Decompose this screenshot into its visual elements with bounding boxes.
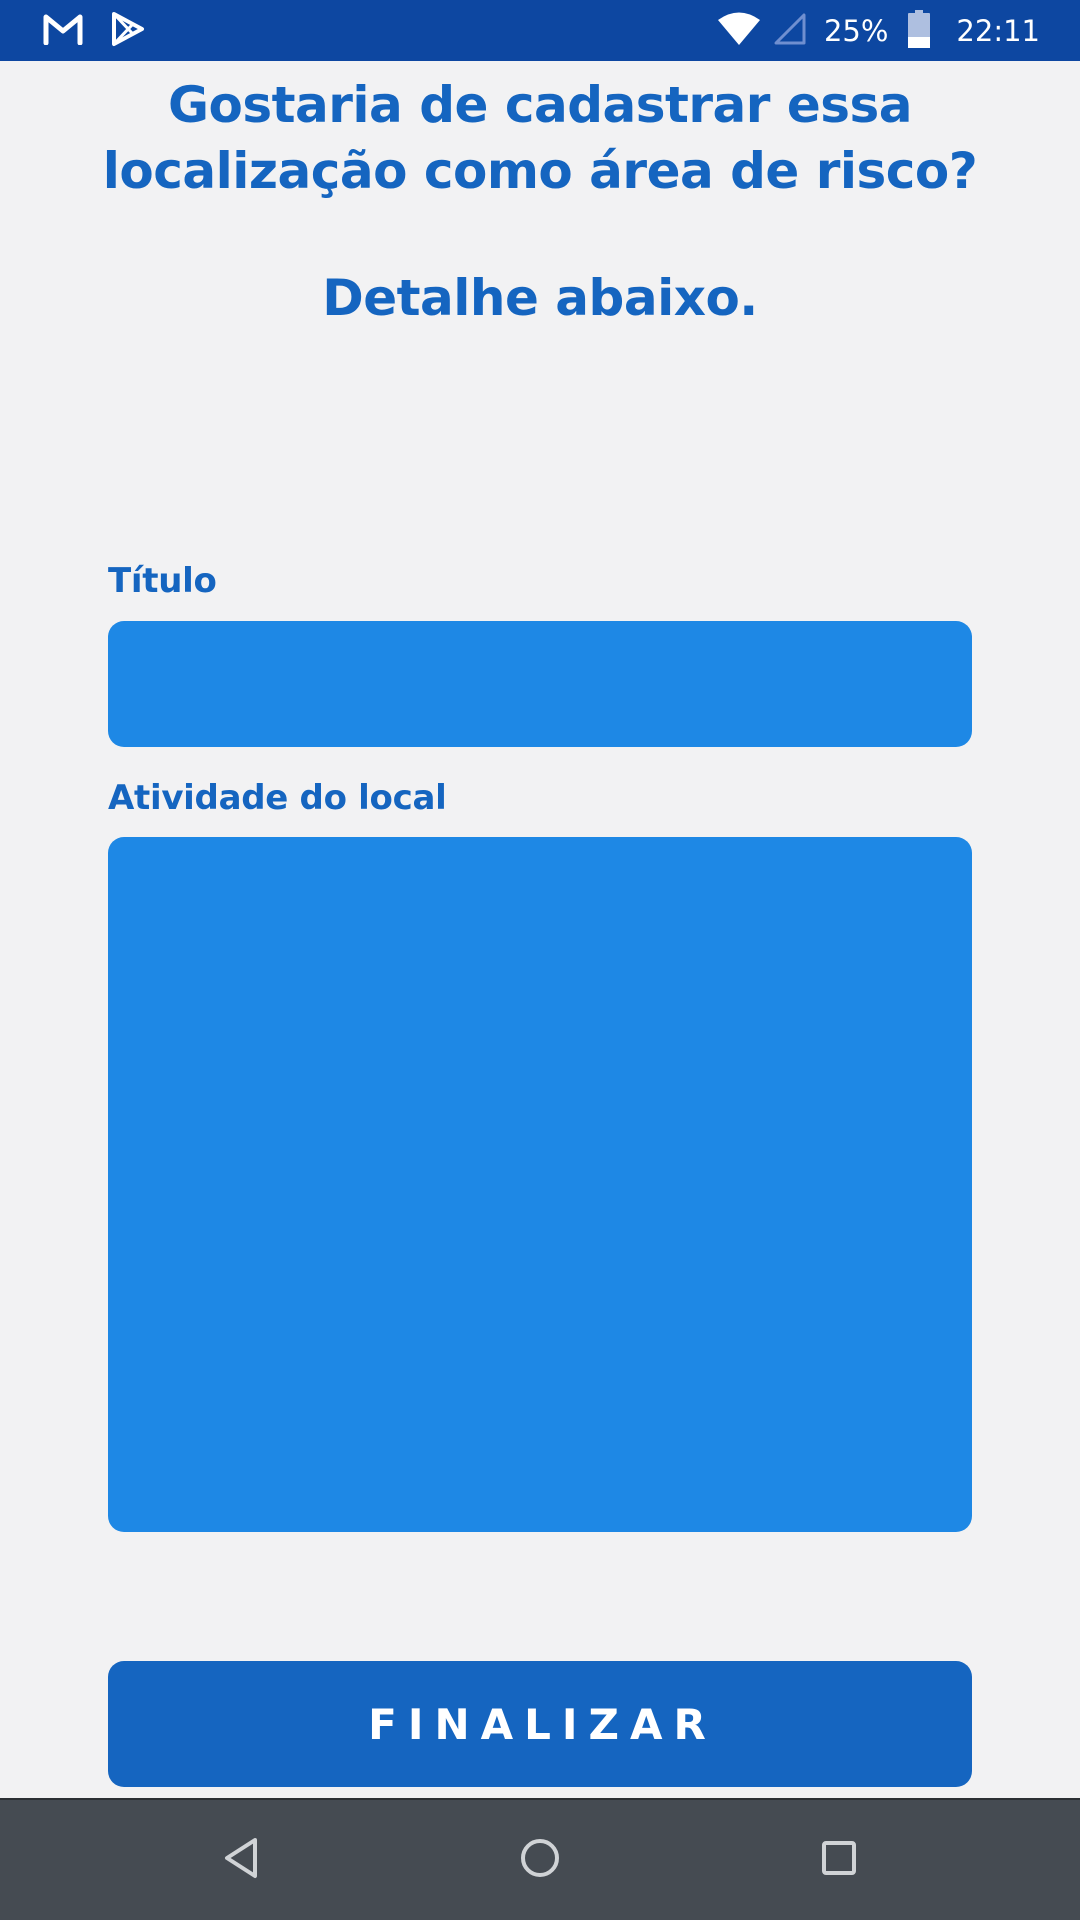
recents-button[interactable] — [779, 1800, 899, 1920]
home-icon — [518, 1836, 562, 1884]
system-icons: 25% 22:11 — [716, 0, 1040, 61]
status-bar: 25% 22:11 — [0, 0, 1080, 61]
title-input[interactable] — [108, 621, 972, 747]
battery-percent: 25% — [823, 13, 889, 48]
page-title: Gostaria de cadastrar essa localização c… — [102, 76, 978, 200]
cell-signal-icon — [774, 13, 806, 49]
battery-icon — [908, 9, 931, 52]
title-label: Título — [108, 561, 217, 601]
wifi-icon — [716, 11, 762, 51]
play-store-icon — [110, 11, 146, 51]
activity-textarea[interactable] — [108, 837, 972, 1532]
back-icon — [221, 1836, 261, 1884]
finalize-button[interactable]: FINALIZAR — [108, 1661, 972, 1787]
activity-label: Atividade do local — [108, 778, 447, 818]
clock: 22:11 — [956, 13, 1040, 48]
screen: 25% 22:11 Gostaria de cadastrar essa loc… — [0, 0, 1080, 1920]
gmail-icon — [42, 13, 84, 49]
home-button[interactable] — [480, 1800, 600, 1920]
page-subtitle: Detalhe abaixo. — [322, 269, 758, 327]
navigation-bar — [0, 1798, 1080, 1920]
back-button[interactable] — [181, 1800, 301, 1920]
recents-icon — [819, 1838, 859, 1882]
notification-icons — [42, 10, 146, 52]
